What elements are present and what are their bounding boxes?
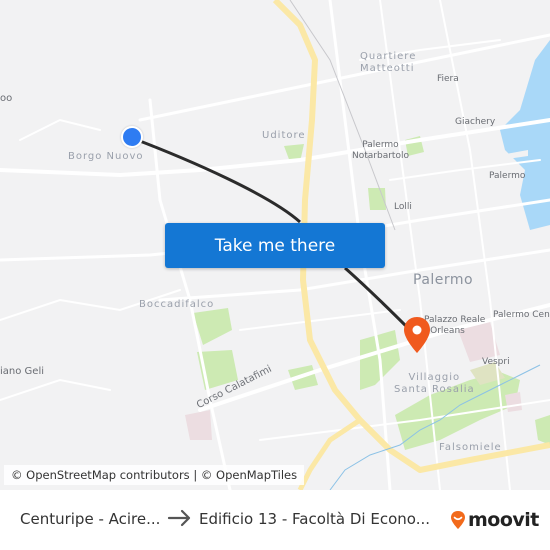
label-piano-geli: iano Geli: [0, 366, 44, 377]
label-villaggio-santa-rosalia: Villaggio Santa Rosalia: [394, 372, 475, 395]
label-quartiere-matteotti: Quartiere Matteotti: [360, 51, 417, 74]
label-uditore: Uditore: [262, 130, 306, 141]
label-giachery: Giachery: [455, 117, 496, 127]
map-view[interactable]: Quartiere Matteotti Fiera Giachery Paler…: [0, 0, 550, 490]
label-palermo-notarbartolo: Palermo Notarbartolo: [352, 140, 409, 161]
hospital-area: [185, 410, 212, 440]
map-attribution[interactable]: © OpenStreetMap contributors | © OpenMap…: [4, 465, 305, 485]
park: [535, 415, 550, 445]
destination-pin-icon[interactable]: [402, 316, 432, 354]
label-fiera: Fiera: [437, 74, 459, 84]
moovit-wordmark: moovit: [468, 509, 539, 531]
moovit-pin-icon: [451, 511, 465, 529]
moovit-logo[interactable]: moovit: [450, 509, 539, 531]
label-palermo-port: Palermo: [489, 171, 526, 181]
take-me-there-button[interactable]: Take me there: [165, 223, 385, 268]
hospital-area: [505, 392, 522, 412]
destination-name: Edificio 13 - Facoltà Di Econo...: [199, 510, 430, 528]
label-boccadifalco: Boccadifalco: [139, 299, 215, 310]
label-vespri: Vespri: [482, 357, 510, 367]
label-palermo-city: Palermo: [413, 272, 474, 288]
origin-marker[interactable]: [121, 126, 143, 148]
label-palermo-centrale: Palermo Centr: [493, 310, 550, 320]
footer-bar: Centuripe - Acire... Edificio 13 - Facol…: [0, 490, 550, 550]
origin-name: Centuripe - Acire...: [20, 510, 161, 528]
label-falsomiele: Falsomiele: [439, 442, 502, 453]
label-palazzo-reale: Palazzo Reale - Orleans: [424, 315, 486, 336]
label-lolli: Lolli: [394, 202, 412, 212]
arrow-right-icon: [167, 509, 191, 527]
label-borgo-nuovo: Borgo Nuovo: [68, 151, 144, 162]
label-left-edge: oo: [0, 93, 13, 104]
